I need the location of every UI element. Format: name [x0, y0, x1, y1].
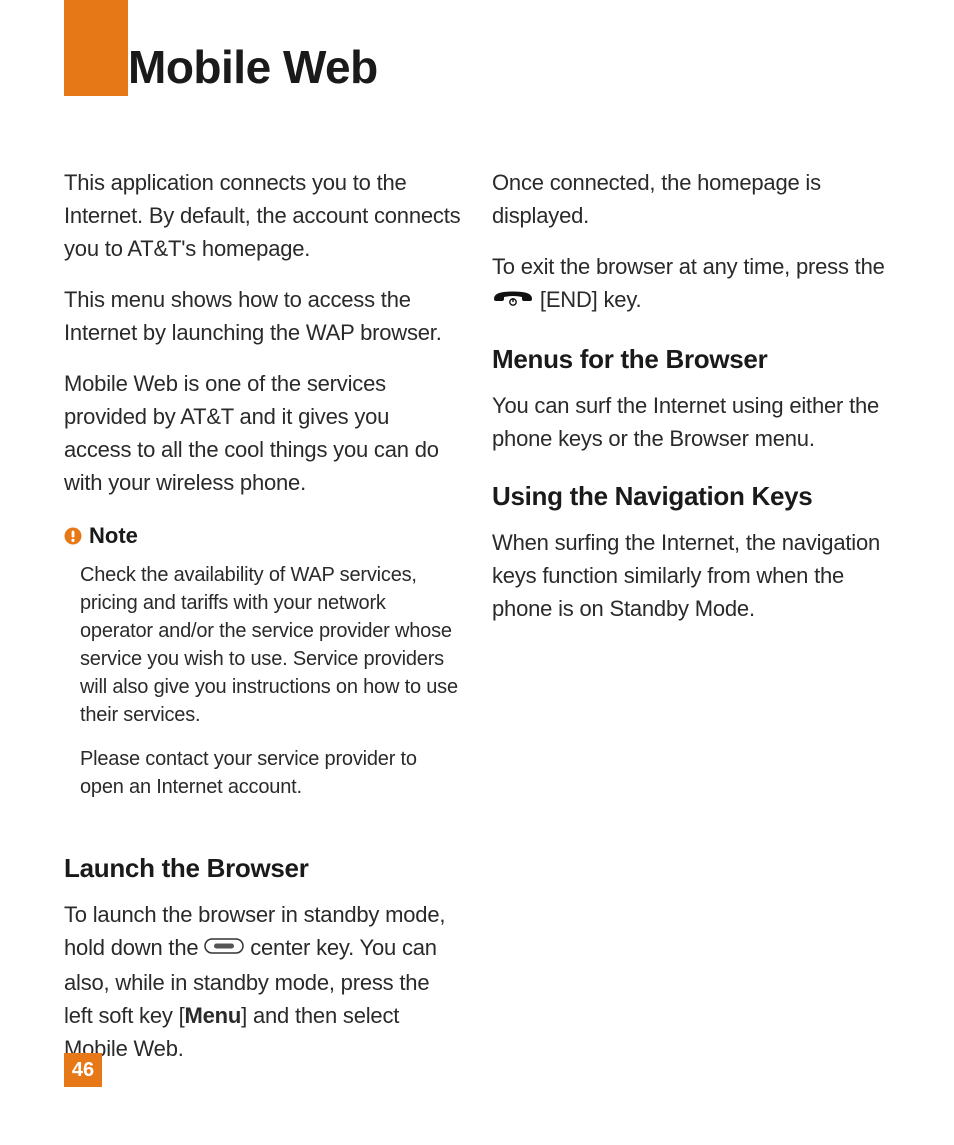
note-paragraph-2: Please contact your service provider to … — [80, 745, 462, 801]
page-number: 46 — [64, 1053, 102, 1087]
intro-paragraph-2: This menu shows how to access the Intern… — [64, 283, 462, 349]
connected-paragraph: Once connected, the homepage is displaye… — [492, 166, 890, 232]
nav-paragraph: When surfing the Internet, the navigatio… — [492, 526, 890, 625]
intro-paragraph-1: This application connects you to the Int… — [64, 166, 462, 265]
launch-paragraph: To launch the browser in standby mode, h… — [64, 898, 462, 1065]
heading-menus-browser: Menus for the Browser — [492, 344, 890, 375]
center-key-icon — [204, 931, 244, 964]
exit-paragraph: To exit the browser at any time, press t… — [492, 250, 890, 318]
right-column: Once connected, the homepage is displaye… — [492, 166, 890, 1083]
page-title: Mobile Web — [128, 40, 378, 94]
note-block: Note Check the availability of WAP servi… — [64, 523, 462, 817]
left-column: This application connects you to the Int… — [64, 166, 462, 1083]
note-paragraph-1: Check the availability of WAP services, … — [80, 561, 462, 729]
heading-launch-browser: Launch the Browser — [64, 853, 462, 884]
content-columns: This application connects you to the Int… — [64, 166, 890, 1083]
end-key-icon — [492, 283, 534, 316]
header-tab — [64, 0, 128, 96]
menus-paragraph: You can surf the Internet using either t… — [492, 389, 890, 455]
note-label: Note — [89, 523, 138, 549]
note-icon — [64, 527, 82, 545]
heading-navigation-keys: Using the Navigation Keys — [492, 481, 890, 512]
intro-paragraph-3: Mobile Web is one of the services provid… — [64, 367, 462, 499]
note-header: Note — [64, 523, 462, 549]
